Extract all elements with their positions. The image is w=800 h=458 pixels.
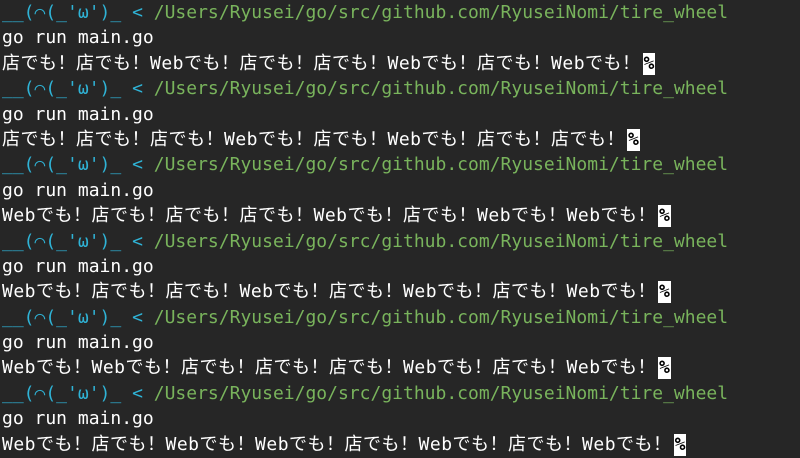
eol-marker: % — [673, 433, 687, 456]
eol-marker: % — [658, 357, 671, 380]
command-line: go run main.go — [2, 179, 154, 201]
command-line: go run main.go — [2, 255, 154, 277]
prompt-line: __(⌒(_'ω')_ < /Users/Ryusei/go/src/githu… — [2, 229, 800, 254]
command-line: go run main.go — [2, 103, 154, 125]
command-line: go run main.go — [2, 332, 154, 354]
output-text: Webでも！店でも！店でも！Webでも！店でも！Webでも！店でも！Webでも！ — [2, 281, 657, 303]
output-line: 店でも！店でも！店でも！Webでも！店でも！Webでも！店でも！店でも！% — [2, 127, 800, 152]
prompt-arrow: < — [132, 154, 143, 176]
prompt-line: __(⌒(_'ω')_ < /Users/Ryusei/go/src/githu… — [2, 0, 800, 25]
eol-marker: % — [658, 205, 671, 228]
prompt-arrow: < — [132, 78, 143, 100]
output-line: 店でも！店でも！Webでも！店でも！店でも！Webでも！店でも！Webでも！% — [2, 51, 800, 76]
output-text: Webでも！Webでも！店でも！店でも！店でも！Webでも！店でも！Webでも！ — [2, 357, 657, 379]
prompt-path: /Users/Ryusei/go/src/github.com/RyuseiNo… — [153, 306, 729, 328]
prompt-line: __(⌒(_'ω')_ < /Users/Ryusei/go/src/githu… — [2, 76, 800, 101]
output-line: Webでも！店でも！店でも！Webでも！店でも！Webでも！店でも！Webでも！… — [2, 279, 800, 304]
prompt-face: __(⌒(_'ω')_ — [2, 306, 122, 328]
terminal-window[interactable]: __(⌒(_'ω')_ < /Users/Ryusei/go/src/githu… — [0, 0, 800, 458]
eol-marker: % — [658, 281, 671, 304]
eol-marker: % — [642, 52, 656, 75]
prompt-face: __(⌒(_'ω')_ — [2, 2, 122, 23]
output-text: Webでも！店でも！Webでも！Webでも！店でも！Webでも！店でも！Webで… — [2, 433, 672, 455]
output-text: Webでも！店でも！店でも！店でも！Webでも！店でも！Webでも！Webでも！ — [2, 205, 657, 227]
prompt-face: __(⌒(_'ω')_ — [2, 230, 122, 252]
output-text: 店でも！店でも！店でも！Webでも！店でも！Webでも！店でも！店でも！ — [2, 128, 626, 150]
prompt-line: __(⌒(_'ω')_ < /Users/Ryusei/go/src/githu… — [2, 152, 800, 177]
prompt-line: __(⌒(_'ω')_ < /Users/Ryusei/go/src/githu… — [2, 381, 800, 406]
prompt-arrow: < — [132, 306, 143, 328]
prompt-face: __(⌒(_'ω')_ — [2, 154, 122, 176]
prompt-path: /Users/Ryusei/go/src/github.com/RyuseiNo… — [153, 78, 729, 100]
prompt-face: __(⌒(_'ω')_ — [2, 382, 122, 404]
prompt-path: /Users/Ryusei/go/src/github.com/RyuseiNo… — [153, 230, 729, 252]
prompt-arrow: < — [132, 230, 143, 252]
prompt-arrow: < — [132, 2, 143, 23]
output-line: Webでも！Webでも！店でも！店でも！店でも！Webでも！店でも！Webでも！… — [2, 355, 800, 380]
prompt-path: /Users/Ryusei/go/src/github.com/RyuseiNo… — [153, 382, 729, 404]
command-line: go run main.go — [2, 408, 154, 430]
prompt-path: /Users/Ryusei/go/src/github.com/RyuseiNo… — [153, 154, 729, 176]
output-text: 店でも！店でも！Webでも！店でも！店でも！Webでも！店でも！Webでも！ — [2, 52, 641, 74]
prompt-line: __(⌒(_'ω')_ < /Users/Ryusei/go/src/githu… — [2, 305, 800, 330]
output-line: Webでも！店でも！Webでも！Webでも！店でも！Webでも！店でも！Webで… — [2, 432, 800, 457]
command-line: go run main.go — [2, 27, 154, 49]
prompt-arrow: < — [132, 382, 143, 404]
prompt-path: /Users/Ryusei/go/src/github.com/RyuseiNo… — [153, 2, 729, 23]
output-line: Webでも！店でも！店でも！店でも！Webでも！店でも！Webでも！Webでも！… — [2, 203, 800, 228]
eol-marker: % — [627, 128, 640, 151]
prompt-face: __(⌒(_'ω')_ — [2, 78, 122, 100]
